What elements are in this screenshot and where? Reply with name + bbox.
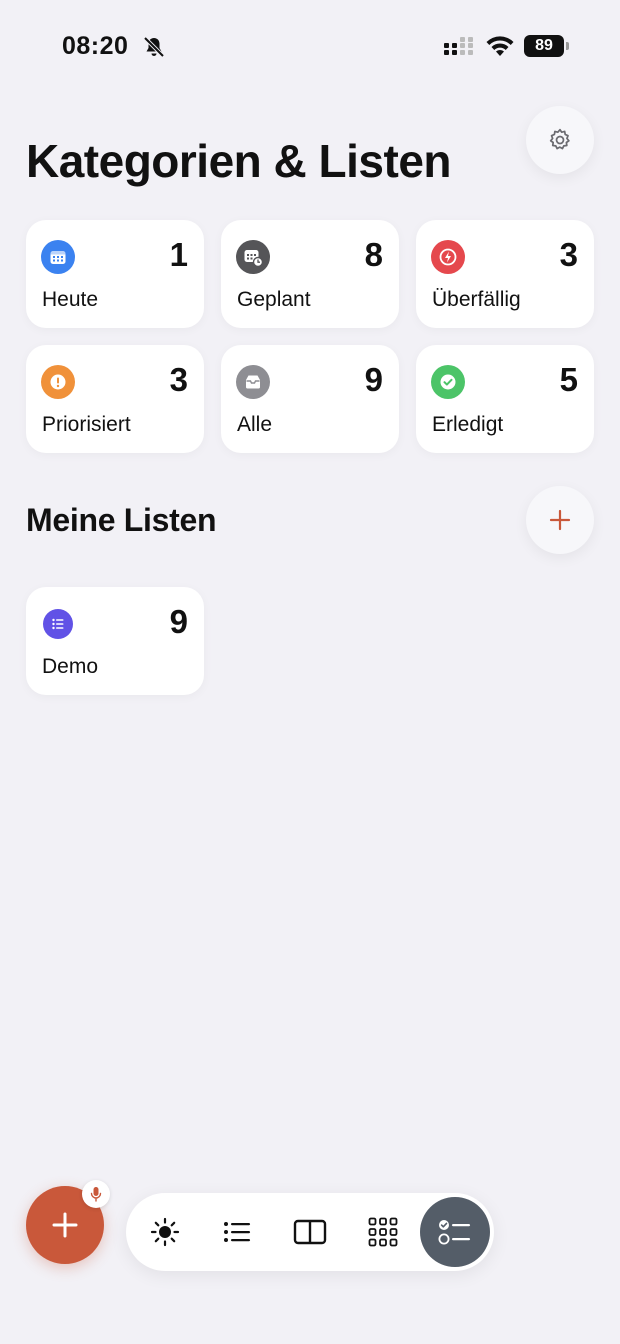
checklist-icon <box>438 1220 470 1245</box>
list-card-demo[interactable]: 9 Demo <box>26 587 204 695</box>
category-count: 3 <box>559 236 578 273</box>
tab-today[interactable] <box>137 1204 193 1260</box>
category-label: Alle <box>237 413 273 436</box>
category-label: Geplant <box>237 288 311 311</box>
status-bar: 08:20 89 <box>0 0 620 92</box>
checkmark-icon <box>431 365 465 399</box>
settings-button[interactable] <box>526 106 594 174</box>
sun-icon <box>150 1217 180 1247</box>
list-label: Demo <box>42 655 99 678</box>
tray-icon <box>236 365 270 399</box>
category-card-alle[interactable]: 9 Alle <box>221 345 399 453</box>
calendar-clock-icon <box>236 240 270 274</box>
list-count: 9 <box>169 603 188 640</box>
tab-grid[interactable] <box>355 1204 411 1260</box>
add-list-button[interactable] <box>526 486 594 554</box>
category-card-geplant[interactable]: 8 Geplant <box>221 220 399 328</box>
category-count: 8 <box>364 236 383 273</box>
gear-icon <box>549 128 570 150</box>
lightning-icon <box>431 240 465 274</box>
plus-icon <box>52 1212 78 1238</box>
voice-input-button[interactable] <box>82 1180 110 1208</box>
category-count: 9 <box>364 361 383 398</box>
tab-split-view[interactable] <box>282 1204 338 1260</box>
section-title-my-lists: Meine Listen <box>26 502 217 538</box>
battery-indicator: 89 <box>524 35 570 57</box>
category-card-erledigt[interactable]: 5 Erledigt <box>416 345 594 453</box>
status-time: 08:20 <box>62 32 129 60</box>
split-view-icon <box>293 1219 327 1245</box>
plus-icon <box>549 509 571 531</box>
category-count: 1 <box>169 236 188 273</box>
category-label: Heute <box>42 288 99 311</box>
category-label: Erledigt <box>432 413 504 436</box>
category-label: Priorisiert <box>42 413 131 436</box>
list-bullets-icon <box>224 1222 250 1242</box>
tab-bar <box>126 1193 494 1271</box>
category-card-heute[interactable]: 1 Heute <box>26 220 204 328</box>
category-card-priorisiert[interactable]: 3 Priorisiert <box>26 345 204 453</box>
category-count: 3 <box>169 361 188 398</box>
category-count: 5 <box>559 361 578 398</box>
cellular-signal-icon <box>444 37 473 55</box>
microphone-icon <box>90 1187 102 1202</box>
tab-categories[interactable] <box>420 1197 490 1267</box>
category-card-ueberfaellig[interactable]: 3 Überfällig <box>416 220 594 328</box>
exclamation-icon <box>41 365 75 399</box>
category-label: Überfällig <box>432 288 521 311</box>
bell-muted-icon <box>143 36 165 58</box>
wifi-icon <box>486 36 514 56</box>
calendar-icon <box>41 240 75 274</box>
tab-list[interactable] <box>209 1204 265 1260</box>
page-title: Kategorien & Listen <box>26 135 452 187</box>
battery-tip <box>566 42 569 50</box>
battery-level: 89 <box>524 35 564 57</box>
list-icon <box>43 609 73 639</box>
grid-icon <box>368 1217 398 1247</box>
